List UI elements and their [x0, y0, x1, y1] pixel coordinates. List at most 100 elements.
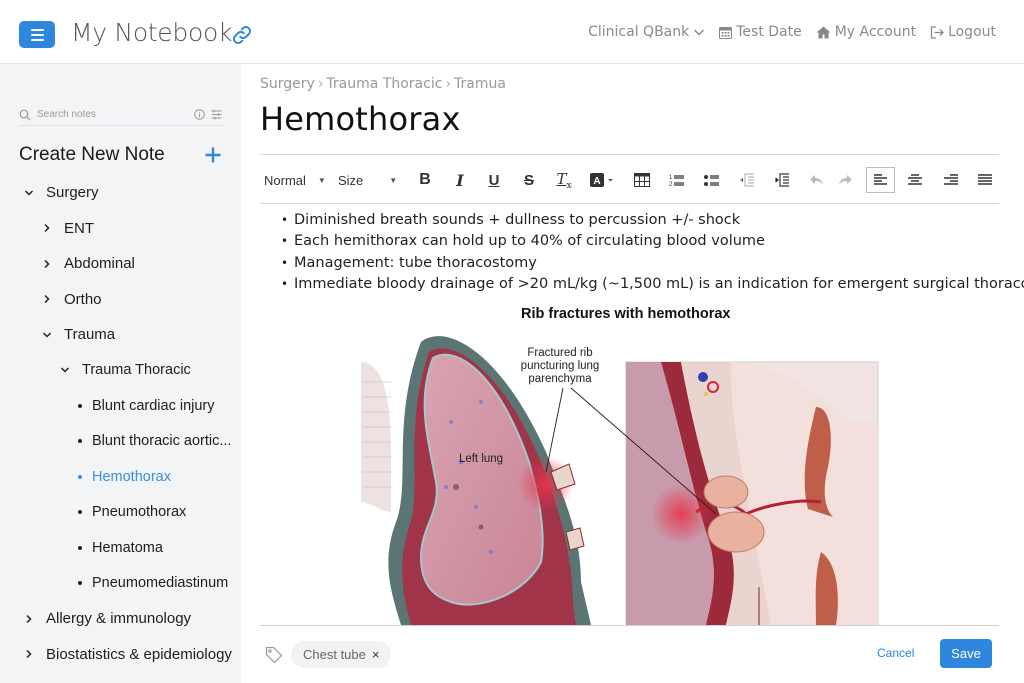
tree-item-trauma-thoracic[interactable]: Trauma Thoracic — [60, 353, 191, 389]
chevron-down-icon — [694, 29, 705, 36]
outdent-button[interactable] — [735, 167, 757, 193]
search-bar — [19, 104, 223, 126]
redo-button[interactable] — [834, 167, 856, 193]
tag-label: Chest tube — [303, 647, 366, 662]
underline-button[interactable]: U — [483, 167, 505, 193]
caret-down-icon: ▼ — [389, 175, 398, 185]
filter-icon[interactable] — [211, 109, 222, 120]
tree-item-ent[interactable]: ENT — [42, 211, 94, 247]
link-icon[interactable] — [231, 24, 253, 46]
tree-item-note-active[interactable]: Hemothorax — [78, 459, 171, 495]
bullet-list-icon — [703, 175, 719, 186]
align-left-button[interactable] — [866, 167, 895, 193]
test-date-link[interactable]: Test Date — [719, 24, 802, 40]
caret-down-icon: ▼ — [317, 175, 326, 185]
tree-item-note[interactable]: Pneumomediastinum — [78, 566, 228, 602]
tree-item-biostatistics[interactable]: Biostatistics & epidemiology — [24, 637, 232, 673]
note-content[interactable]: Diminished breath sounds + dullness to p… — [281, 210, 1024, 295]
tree-item-abdominal[interactable]: Abdominal — [42, 246, 135, 282]
redo-icon — [838, 175, 852, 185]
chevron-down-icon — [60, 367, 70, 373]
tree-item-label: Blunt cardiac injury — [92, 397, 215, 414]
sidebar: Create New Note Surgery ENT Abdominal Or… — [0, 64, 241, 683]
svg-text:2: 2 — [669, 182, 673, 187]
tree-item-label: Ortho — [64, 290, 102, 308]
editor-divider — [260, 625, 999, 626]
undo-icon — [809, 175, 823, 185]
outdent-icon — [739, 173, 754, 187]
add-note-icon[interactable] — [204, 146, 222, 164]
clinical-qbank-menu[interactable]: Clinical QBank — [588, 24, 705, 40]
align-justify-button[interactable] — [974, 167, 996, 193]
page-title: Hemothorax — [260, 100, 461, 138]
size-select[interactable]: Size ▼ — [338, 167, 400, 193]
ordered-list-button[interactable]: 12 — [665, 167, 687, 193]
remove-tag-icon[interactable]: × — [372, 647, 380, 662]
create-new-note-label: Create New Note — [19, 144, 165, 165]
breadcrumb-item[interactable]: Trauma Thoracic — [326, 76, 442, 92]
info-icon[interactable] — [194, 109, 205, 120]
align-right-button[interactable] — [940, 167, 962, 193]
tree-item-trauma[interactable]: Trauma — [42, 317, 115, 353]
ordered-list-icon: 12 — [669, 175, 684, 187]
top-header: My Notebook Clinical QBank Test Date My … — [0, 0, 1024, 64]
bold-button[interactable]: B — [414, 167, 436, 193]
label-fractured-rib-line1: Fractured rib — [527, 347, 592, 359]
clinical-qbank-label: Clinical QBank — [588, 24, 690, 40]
tree-item-allergy[interactable]: Allergy & immunology — [24, 601, 191, 637]
chevron-right-icon — [44, 295, 50, 304]
tree-item-label: Trauma Thoracic — [82, 362, 191, 379]
text-color-button[interactable]: A — [588, 167, 618, 193]
my-account-link[interactable]: My Account — [816, 24, 916, 40]
home-icon — [816, 26, 831, 38]
tag-chip[interactable]: Chest tube × — [291, 641, 392, 668]
bold-icon: B — [419, 171, 431, 188]
bullet-icon — [78, 474, 82, 479]
editor-toolbar: Normal ▼ Size ▼ B I U S Tx A 12 — [260, 154, 999, 204]
bullet-list-button[interactable] — [700, 167, 722, 193]
save-button[interactable]: Save — [940, 639, 992, 668]
format-select[interactable]: Normal ▼ — [264, 167, 326, 193]
bullet-icon — [78, 581, 82, 586]
bullet-point: Each hemithorax can hold up to 40% of ci… — [281, 231, 1024, 253]
breadcrumb-item[interactable]: Tramua — [454, 76, 506, 92]
bullet-icon — [78, 510, 82, 515]
insert-table-button[interactable] — [631, 167, 653, 193]
undo-button[interactable] — [805, 167, 827, 193]
clear-format-button[interactable]: Tx — [553, 167, 575, 193]
bullet-icon — [78, 545, 82, 550]
tree-item-surgery[interactable]: Surgery — [24, 175, 99, 211]
tree-item-label: Pneumomediastinum — [92, 575, 229, 592]
search-icon — [19, 109, 31, 120]
chevron-down-icon — [42, 332, 52, 338]
align-justify-icon — [978, 174, 992, 185]
align-center-button[interactable] — [904, 167, 926, 193]
tree-item-label: Pneumothorax — [92, 504, 187, 521]
my-account-label: My Account — [834, 24, 917, 40]
logout-link[interactable]: Logout — [930, 24, 996, 40]
tag-icon — [265, 646, 283, 664]
italic-icon: I — [456, 170, 464, 190]
test-date-label: Test Date — [736, 24, 802, 40]
chevron-right-icon — [26, 650, 32, 659]
logout-label: Logout — [948, 24, 996, 40]
tree-item-ortho[interactable]: Ortho — [42, 282, 102, 318]
tree-item-note[interactable]: Blunt cardiac injury — [78, 388, 215, 424]
tree-item-note[interactable]: Blunt thoracic aortic... — [78, 424, 231, 460]
hamburger-icon-line — [30, 38, 44, 41]
label-left-lung: Left lung — [459, 453, 503, 465]
indent-button[interactable] — [770, 167, 792, 193]
italic-button[interactable]: I — [449, 167, 471, 193]
tree-item-note[interactable]: Pneumothorax — [78, 495, 186, 531]
breadcrumb-item[interactable]: Surgery — [260, 76, 315, 92]
menu-button[interactable] — [19, 21, 55, 48]
cancel-button[interactable]: Cancel — [877, 646, 914, 660]
tree-item-label: Biostatistics & epidemiology — [46, 645, 232, 663]
tree-item-note[interactable]: Hematoma — [78, 530, 163, 566]
search-input[interactable] — [37, 109, 187, 120]
strikethrough-icon: S — [523, 171, 534, 189]
align-left-icon — [873, 174, 887, 185]
bullet-point: Management: tube thoracostomy — [281, 253, 1024, 275]
strikethrough-button[interactable]: S — [518, 167, 540, 193]
tree-item-label: Hematoma — [92, 539, 163, 556]
